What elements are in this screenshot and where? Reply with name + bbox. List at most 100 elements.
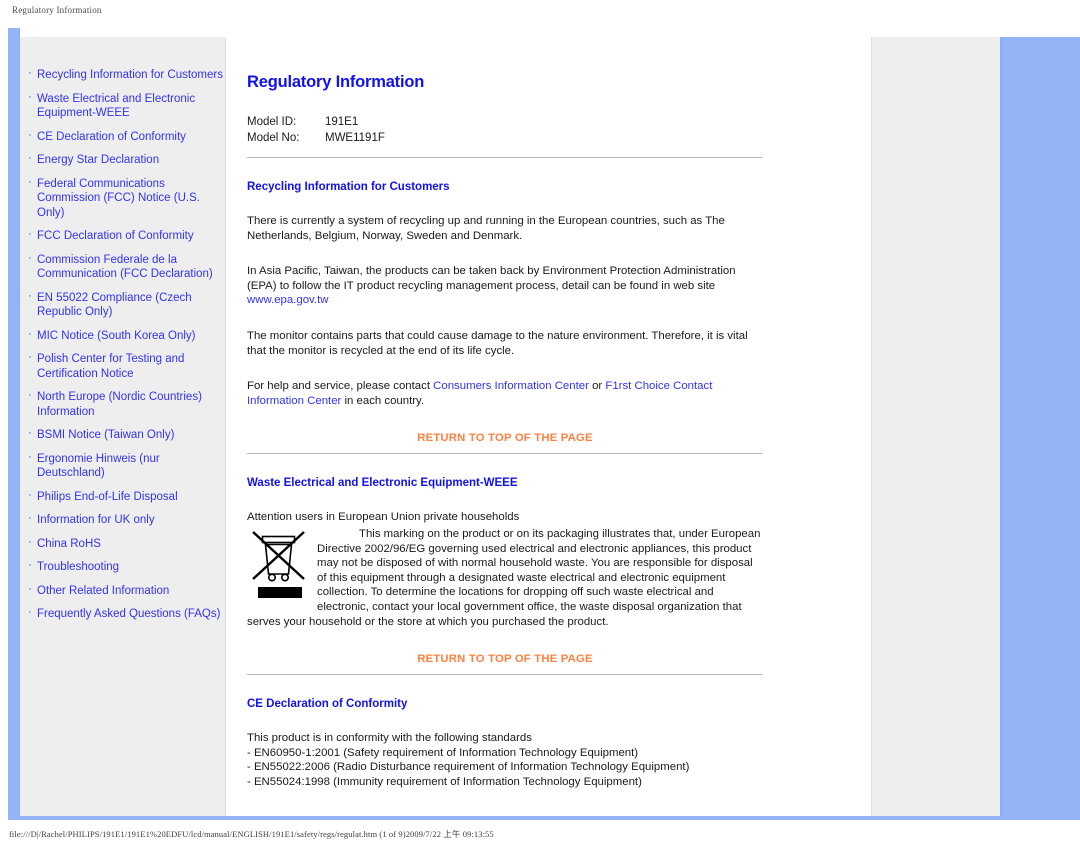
return-to-top-link-1[interactable]: RETURN TO TOP OF THE PAGE (247, 432, 763, 444)
sidebar-item-label[interactable]: MIC Notice (South Korea Only) (37, 329, 196, 344)
sidebar-item-label[interactable]: FCC Declaration of Conformity (37, 229, 194, 244)
sidebar-item-china-rohs[interactable]: · China RoHS (28, 535, 228, 552)
sidebar-item-label[interactable]: Polish Center for Testing and Certificat… (37, 352, 228, 381)
bullet-icon: · (28, 327, 32, 340)
bullet-icon: · (28, 488, 32, 501)
ce-standards-list: This product is in conformity with the f… (247, 731, 765, 789)
crossed-out-wheeled-bin-icon (247, 527, 317, 603)
page-title: Regulatory Information (247, 73, 425, 91)
divider (247, 453, 763, 455)
sidebar-item-label[interactable]: Philips End-of-Life Disposal (37, 490, 178, 505)
sidebar-item-label[interactable]: North Europe (Nordic Countries) Informat… (37, 390, 228, 419)
sidebar-item-philips-end-of-life-disposal[interactable]: · Philips End-of-Life Disposal (28, 488, 228, 505)
sidebar-item-label[interactable]: Other Related Information (37, 584, 169, 599)
bullet-icon: · (28, 251, 32, 264)
recycling-paragraph-3: The monitor contains parts that could ca… (247, 329, 748, 357)
page-frame: · Recycling Information for Customers · … (0, 28, 1080, 820)
section-heading-weee: Waste Electrical and Electronic Equipmen… (247, 477, 518, 490)
section-heading-recycling: Recycling Information for Customers (247, 181, 450, 193)
sidebar-item-troubleshooting[interactable]: · Troubleshooting (28, 560, 228, 575)
ce-standard-item: - EN60950-1:2001 (Safety requirement of … (247, 746, 639, 759)
bullet-icon: · (28, 450, 32, 463)
weee-paragraph-1: Attention users in European Union privat… (247, 511, 520, 524)
sidebar-item-energy-star-declaration[interactable]: · Energy Star Declaration (28, 153, 228, 168)
sidebar-item-label[interactable]: Troubleshooting (37, 560, 119, 575)
sidebar-item-label[interactable]: Frequently Asked Questions (FAQs) (37, 607, 220, 622)
sidebar-item-polish-center-for-testing-and-certification-notice[interactable]: · Polish Center for Testing and Certific… (28, 352, 228, 381)
sidebar-item-commission-federale-de-la-communication[interactable]: · Commission Federale de la Communicatio… (28, 251, 228, 282)
sidebar-item-ce-declaration-of-conformity[interactable]: · CE Declaration of Conformity (28, 128, 228, 145)
status-bar: file:///D|/Rachel/PHILIPS/191E1/191E1%20… (0, 822, 1080, 848)
table-row: Model ID: 191E1 (247, 116, 385, 132)
recycling-p4-text-before: For help and service, please contact (247, 380, 434, 393)
sidebar-item-ergonomie-hinweis-nur-deutschland[interactable]: · Ergonomie Hinweis (nur Deutschland) (28, 450, 228, 481)
model-no-value: MWE1191F (325, 132, 385, 144)
model-id-value: 191E1 (325, 116, 359, 128)
sidebar-item-label[interactable]: CE Declaration of Conformity (37, 130, 186, 145)
weee-mark-and-text: This marking on the product or on its pa… (247, 527, 847, 629)
sidebar-item-label[interactable]: Ergonomie Hinweis (nur Deutschland) (37, 452, 228, 481)
recycling-paragraph-1: There is currently a system of recycling… (247, 215, 725, 242)
sidebar-item-frequently-asked-questions-faqs[interactable]: · Frequently Asked Questions (FAQs) (28, 607, 228, 622)
bullet-icon: · (28, 128, 32, 141)
sidebar-item-information-for-uk-only[interactable]: · Information for UK only (28, 513, 228, 528)
bullet-icon: · (28, 67, 32, 79)
status-bar-path: file:///D|/Rachel/PHILIPS/191E1/191E1%20… (9, 829, 494, 839)
sidebar-item-label[interactable]: Recycling Information for Customers (37, 68, 223, 83)
bullet-icon: · (28, 389, 32, 401)
recycling-p4-text-after: in each country. (341, 394, 425, 407)
left-blue-rail-edge (19, 28, 20, 820)
bullet-icon: · (28, 427, 32, 439)
sidebar-item-bsmi-notice-taiwan-only[interactable]: · BSMI Notice (Taiwan Only) (28, 428, 228, 443)
main-content: Regulatory Information Model ID: 191E1 M… (247, 56, 847, 789)
sidebar-item-label[interactable]: Energy Star Declaration (37, 153, 159, 168)
bottom-blue-rule (8, 816, 1002, 820)
bullet-icon: · (28, 175, 32, 188)
bullet-icon: · (28, 582, 32, 595)
sidebar-item-label[interactable]: EN 55022 Compliance (Czech Republic Only… (37, 291, 228, 320)
left-blue-rail (8, 28, 19, 820)
ce-intro-line: This product is in conformity with the f… (247, 732, 532, 745)
sidebar-item-label[interactable]: Commission Federale de la Communication … (37, 253, 228, 282)
return-to-top-link-2[interactable]: RETURN TO TOP OF THE PAGE (247, 653, 763, 665)
consumers-information-center-link[interactable]: Consumers Information Center (433, 380, 589, 392)
sidebar-item-north-europe-nordic-countries-information[interactable]: · North Europe (Nordic Countries) Inform… (28, 390, 228, 419)
sidebar-item-fcc-declaration-of-conformity[interactable]: · FCC Declaration of Conformity (28, 229, 228, 244)
sidebar-item-label[interactable]: Federal Communications Commission (FCC) … (37, 177, 228, 221)
weee-paragraph-2: This marking on the product or on its pa… (247, 527, 761, 628)
ce-standard-item: - EN55022:2006 (Radio Disturbance requir… (247, 761, 690, 774)
sidebar-item-recycling-information-for-customers[interactable]: · Recycling Information for Customers (28, 68, 228, 83)
sidebar-item-en-55022-compliance-czech-republic-only[interactable]: · EN 55022 Compliance (Czech Republic On… (28, 289, 228, 320)
recycling-p4-text-middle: or (588, 380, 606, 393)
sidebar-item-label[interactable]: China RoHS (37, 537, 101, 552)
sidebar-item-label[interactable]: Information for UK only (37, 513, 155, 528)
right-blue-rail (1002, 37, 1080, 820)
table-row: Model No: MWE1191F (247, 132, 385, 148)
sidebar-item-mic-notice-south-korea-only[interactable]: · MIC Notice (South Korea Only) (28, 327, 228, 344)
model-no-label: Model No: (247, 132, 300, 144)
bullet-icon: · (28, 535, 32, 548)
model-info-table: Model ID: 191E1 Model No: MWE1191F (247, 116, 385, 148)
page-header-title: Regulatory Information (12, 5, 102, 15)
sidebar-item-other-related-information[interactable]: · Other Related Information (28, 582, 228, 599)
recycling-paragraph-2: In Asia Pacific, Taiwan, the products ca… (247, 264, 765, 308)
bullet-icon: · (28, 289, 32, 302)
recycling-p2-text: In Asia Pacific, Taiwan, the products ca… (247, 265, 736, 292)
divider (247, 674, 763, 676)
divider (247, 157, 763, 158)
sidebar-nav: · Recycling Information for Customers · … (28, 68, 228, 631)
section-heading-ce-declaration: CE Declaration of Conformity (247, 698, 408, 711)
sidebar-item-label[interactable]: BSMI Notice (Taiwan Only) (37, 428, 174, 443)
bullet-icon: · (28, 559, 32, 571)
model-id-label: Model ID: (247, 116, 297, 128)
ce-standard-item: - EN55024:1998 (Immunity requirement of … (247, 775, 642, 788)
browser-page-header: Regulatory Information (0, 0, 1080, 28)
sidebar-item-label[interactable]: Waste Electrical and Electronic Equipmen… (37, 92, 228, 121)
epa-website-link[interactable]: www.epa.gov.tw (247, 294, 328, 306)
bullet-icon: · (28, 606, 32, 618)
bullet-icon: · (28, 351, 32, 363)
bullet-icon: · (28, 90, 32, 103)
sidebar-item-waste-electrical-and-electronic-equipment-weee[interactable]: · Waste Electrical and Electronic Equipm… (28, 90, 228, 121)
bullet-icon: · (28, 228, 32, 240)
sidebar-item-federal-communications-commission-fcc-notice[interactable]: · Federal Communications Commission (FCC… (28, 175, 228, 221)
